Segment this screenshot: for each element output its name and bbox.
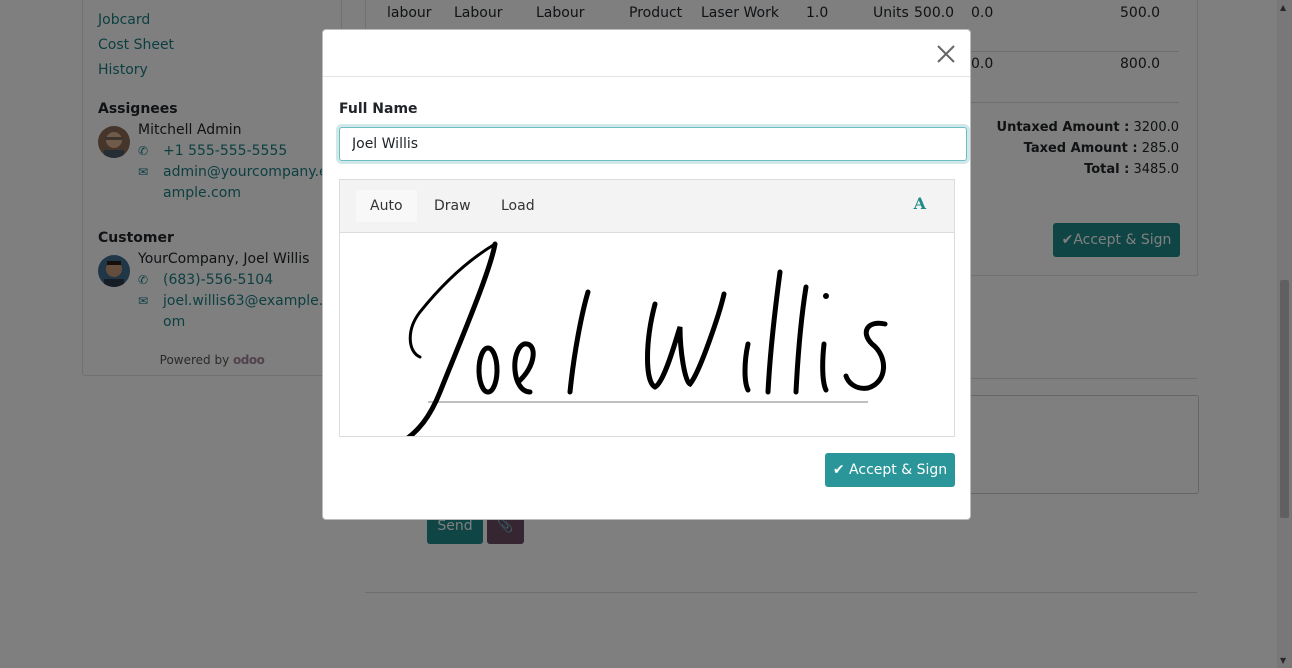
- signature-dialog: Full Name Auto Draw Load A: [322, 29, 971, 520]
- signature-mode-tabs: Auto Draw Load A: [340, 180, 954, 233]
- signature-panel: Auto Draw Load A: [339, 179, 955, 437]
- signature-canvas[interactable]: [340, 232, 954, 436]
- font-icon[interactable]: A: [914, 194, 926, 213]
- check-icon: ✔: [832, 462, 850, 478]
- signature-drawing: [406, 241, 888, 436]
- close-icon[interactable]: [934, 42, 958, 66]
- dialog-header: [323, 30, 970, 77]
- accept-sign-button[interactable]: ✔ Accept & Sign: [825, 453, 955, 487]
- tab-auto[interactable]: Auto: [356, 190, 417, 222]
- full-name-label: Full Name: [339, 101, 418, 117]
- tab-draw[interactable]: Draw: [420, 190, 485, 222]
- tab-load[interactable]: Load: [487, 190, 549, 222]
- full-name-input[interactable]: [339, 127, 967, 161]
